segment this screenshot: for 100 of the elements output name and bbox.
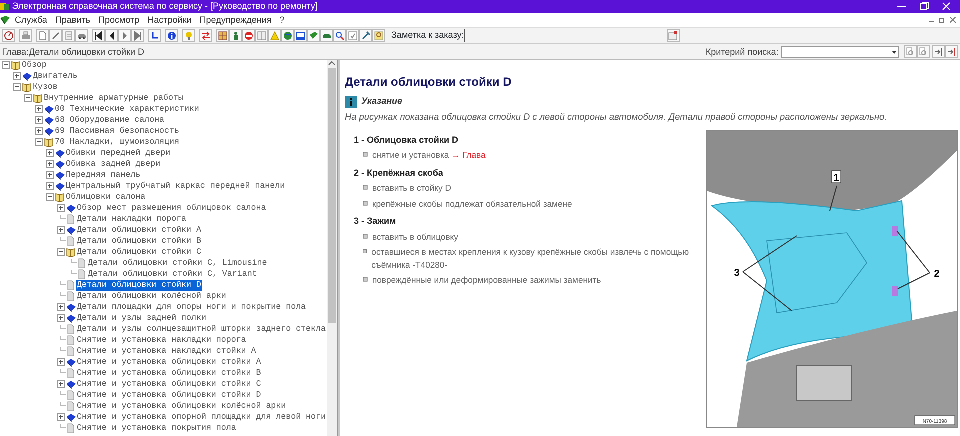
item-heading: 2 - Крепёжная скоба: [354, 166, 444, 180]
close-icon[interactable]: [950, 17, 956, 23]
document-title: Детали облицовки стойки D: [344, 74, 513, 90]
skip-end-icon: [132, 30, 143, 40]
expand-icon[interactable]: [35, 127, 44, 136]
tree-item[interactable]: Детали облицовки стойки C, Limousine: [87, 258, 268, 269]
tree-item[interactable]: Обивки передней двери: [65, 148, 172, 159]
expand-icon[interactable]: [46, 171, 55, 180]
tree-item[interactable]: Обзор мест размещения облицовок салона: [76, 203, 268, 214]
tree-item[interactable]: 00 Технические характеристики: [54, 104, 200, 115]
tree-item[interactable]: Детали облицовки стойки D: [76, 280, 202, 291]
tree-item[interactable]: Кузов: [32, 82, 59, 93]
expand-icon[interactable]: [57, 226, 66, 235]
scrollbar-thumb[interactable]: [328, 68, 336, 323]
collapse-icon[interactable]: [13, 83, 22, 92]
toolbar-button[interactable]: [148, 29, 162, 42]
bullet-icon: [362, 185, 368, 190]
item-text: вставить в стойку D: [372, 182, 452, 196]
tree-item[interactable]: Центральный трубчатый каркас передней панели: [65, 181, 286, 192]
collapse-icon[interactable]: [24, 94, 33, 103]
tree-item[interactable]: Детали облицовки стойки A: [76, 225, 202, 236]
tree-item[interactable]: Снятие и установка облицовки колёсной арки: [76, 401, 288, 412]
expand-icon[interactable]: [46, 182, 55, 191]
arrow-right-icon: [946, 46, 956, 56]
note-label: Указание: [361, 95, 403, 108]
expand-icon[interactable]: [35, 116, 44, 125]
page-icon: [66, 324, 76, 335]
toolbar-button[interactable]: [281, 29, 294, 42]
tree-item[interactable]: Детали площадки для опоры ноги и покрытие пола: [76, 302, 308, 313]
expand-icon[interactable]: [35, 105, 44, 114]
printer-icon: [20, 30, 31, 40]
toolbar-button[interactable]: [2, 29, 16, 42]
toolbar-button[interactable]: [105, 29, 118, 42]
tree-item[interactable]: Снятие и установка облицовки стойки D: [76, 390, 262, 401]
collapse-icon[interactable]: [2, 61, 11, 70]
chapter-link[interactable]: → Глава: [452, 150, 486, 160]
expand-icon[interactable]: [46, 149, 55, 158]
collapse-icon[interactable]: [57, 248, 66, 257]
tree-item[interactable]: 70 Накладки, шумоизоляция: [54, 137, 180, 148]
collapse-icon[interactable]: [35, 138, 44, 147]
tree-item[interactable]: Детали накладки порога: [76, 214, 188, 225]
chapter-label: Глава:Детали облицовки стойки D: [2, 46, 146, 59]
tree-item[interactable]: Обзор: [21, 60, 48, 71]
tree-item[interactable]: Передняя панель: [65, 170, 142, 181]
menu-item[interactable]: Предупреждения: [196, 13, 276, 27]
scrollbar[interactable]: [326, 60, 337, 436]
leader-line: [830, 186, 838, 212]
tree-item[interactable]: Снятие и установка накладки порога: [76, 335, 248, 346]
toolbar-button[interactable]: [75, 29, 88, 42]
tree-item[interactable]: Детали и узлы задней полки: [76, 313, 208, 324]
expand-icon[interactable]: [57, 413, 66, 422]
tree-item[interactable]: Детали и узлы солнцезащитной шторки заднего стекла: [76, 324, 327, 335]
search-button[interactable]: [944, 45, 958, 58]
search-button[interactable]: [904, 45, 916, 58]
tree-item[interactable]: Снятие и установка облицовки стойки C: [76, 379, 262, 390]
expand-icon[interactable]: [57, 358, 66, 367]
tree-item[interactable]: Детали облицовки колёсной арки: [76, 291, 228, 302]
tree-item[interactable]: Детали облицовки стойки C, Variant: [87, 269, 258, 280]
menu-item[interactable]: ?: [276, 13, 289, 27]
toolbar-button[interactable]: [333, 29, 346, 42]
expand-icon[interactable]: [13, 72, 22, 81]
menu-item[interactable]: Просмотр: [94, 13, 144, 27]
tree-item[interactable]: 69 Пассивная безопасность: [54, 126, 180, 137]
page-icon: [66, 346, 76, 357]
open-book-icon: [11, 60, 21, 71]
toolbar-button[interactable]: [294, 29, 308, 42]
tree-item[interactable]: Снятие и установка облицовки стойки A: [76, 357, 262, 368]
tree-item[interactable]: Снятие и установка опорной площадки для левой ноги: [76, 412, 327, 423]
search-button[interactable]: [932, 45, 945, 58]
expand-icon[interactable]: [46, 160, 55, 169]
expand-icon[interactable]: [57, 204, 66, 213]
globe-icon: [282, 30, 293, 40]
bullet-icon: [362, 152, 368, 158]
tree-item[interactable]: Облицовки салона: [65, 192, 147, 203]
box-icon: [296, 30, 306, 40]
tree-item[interactable]: Внутренние арматурные работы: [43, 93, 184, 104]
tree-item[interactable]: Двигатель: [32, 71, 79, 82]
open-book-icon: [22, 82, 32, 93]
menu-item[interactable]: Править: [51, 13, 95, 27]
search-button[interactable]: [916, 45, 930, 58]
search-criteria-combobox[interactable]: [781, 46, 899, 58]
restore-icon[interactable]: [939, 17, 945, 23]
tree-item[interactable]: Снятие и установка накладки стойки A: [76, 346, 258, 357]
toolbar-button[interactable]: [92, 29, 106, 42]
expand-icon[interactable]: [57, 303, 66, 312]
expand-icon[interactable]: [57, 314, 66, 323]
menu-item[interactable]: Настройки: [144, 13, 196, 27]
menu-item[interactable]: Служба: [11, 13, 52, 27]
tree-item[interactable]: 68 Оборудование салона: [54, 115, 166, 126]
tree-item[interactable]: Детали облицовки стойки C: [76, 247, 202, 258]
tree-item[interactable]: Детали облицовки стойки B: [76, 236, 202, 247]
tree-item[interactable]: Снятие и установка покрытия пола: [76, 423, 238, 434]
note-field[interactable]: [464, 29, 468, 42]
item-text: крепёжные скобы подлежат обязательной замене: [372, 198, 572, 210]
scroll-up-icon[interactable]: [326, 60, 337, 67]
toolbar-button[interactable]: [165, 29, 178, 42]
tree-item[interactable]: Обивка задней двери: [65, 159, 162, 170]
tree-item[interactable]: Снятие и установка облицовки стойки B: [76, 368, 262, 379]
expand-icon[interactable]: [57, 380, 66, 389]
collapse-icon[interactable]: [46, 193, 55, 202]
